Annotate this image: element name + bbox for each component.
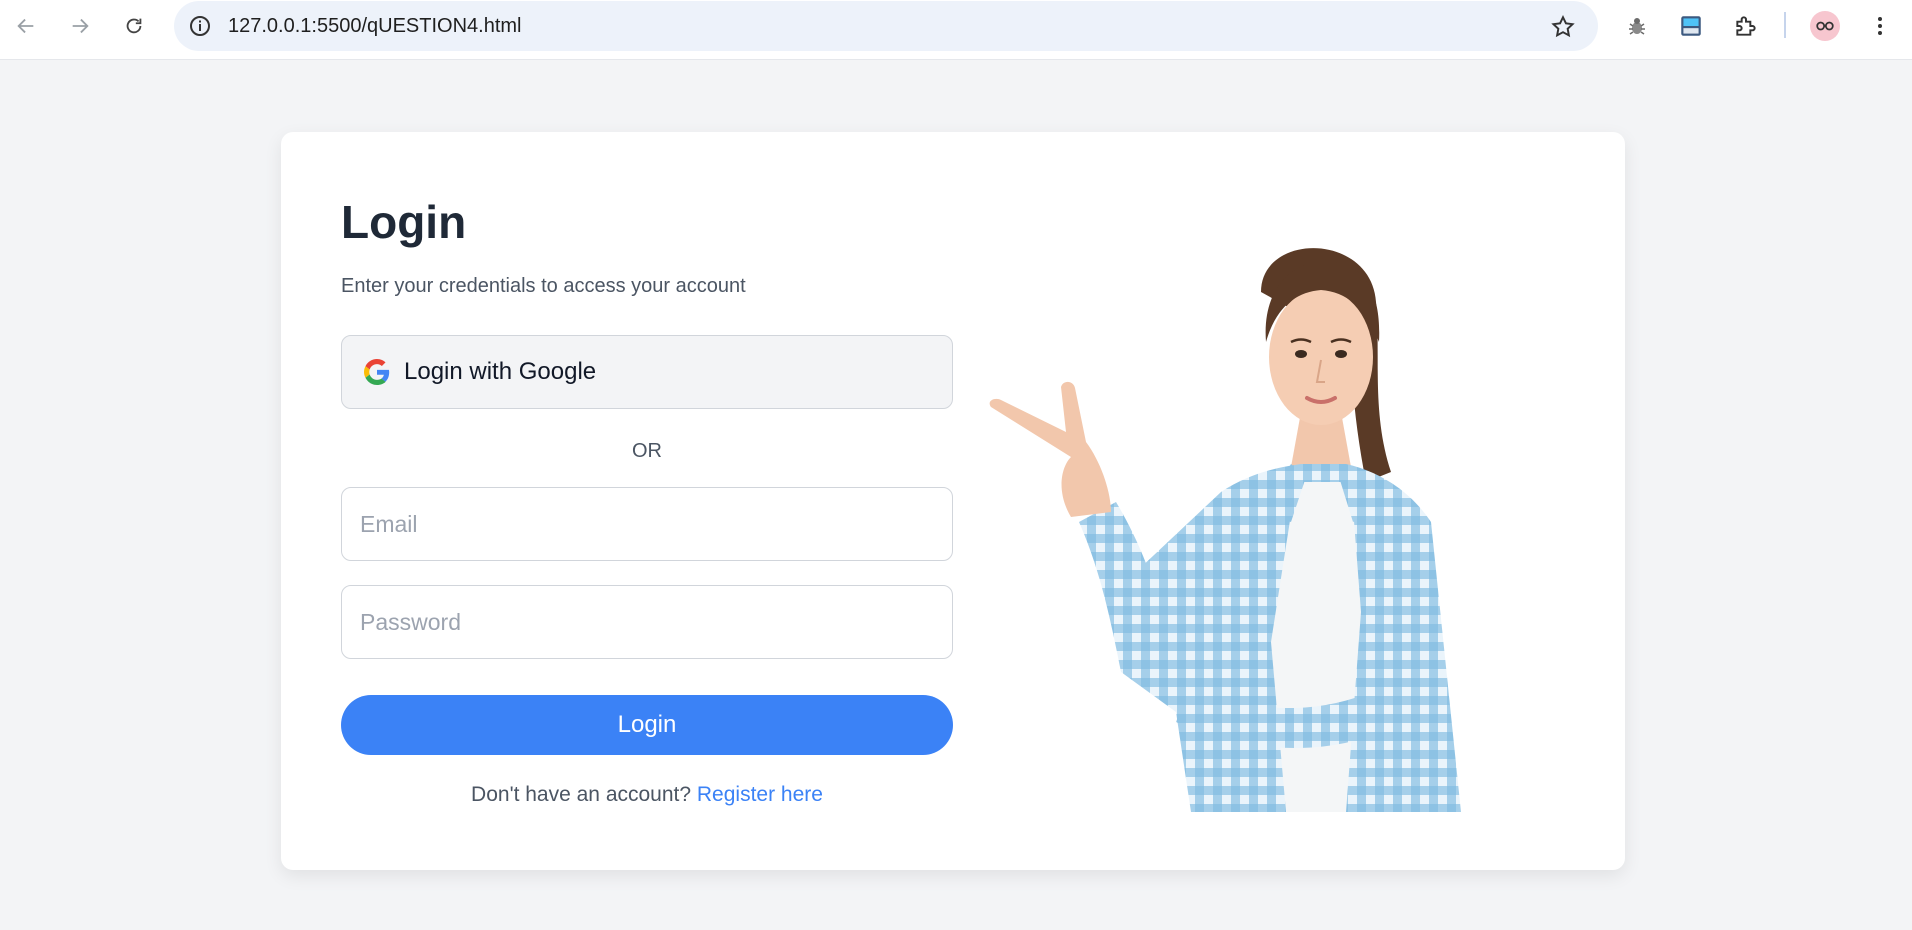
forward-button[interactable]	[64, 10, 96, 42]
register-prompt: Don't have an account?	[471, 783, 692, 806]
reload-button[interactable]	[118, 10, 150, 42]
register-line: Don't have an account? Register here	[341, 783, 953, 807]
arrow-left-icon	[17, 18, 34, 34]
address-bar[interactable]: 127.0.0.1:5500/qUESTION4.html	[174, 1, 1598, 51]
translate-extension-icon[interactable]	[1677, 12, 1705, 40]
password-field[interactable]	[341, 585, 953, 659]
site-info-icon[interactable]	[188, 14, 212, 38]
login-card: Login Enter your credentials to access y…	[281, 132, 1625, 870]
profile-avatar[interactable]	[1810, 11, 1840, 41]
register-link[interactable]: Register here	[697, 783, 823, 806]
bookmark-star-icon[interactable]	[1550, 14, 1576, 40]
url-text[interactable]: 127.0.0.1:5500/qUESTION4.html	[228, 15, 522, 38]
google-login-button[interactable]: Login with Google	[341, 335, 953, 409]
page-subtitle: Enter your credentials to access your ac…	[341, 275, 746, 297]
google-icon	[364, 359, 390, 385]
browser-toolbar: 127.0.0.1:5500/qUESTION4.html	[0, 0, 1912, 60]
toolbar-separator	[1784, 12, 1786, 38]
back-button[interactable]	[10, 10, 42, 42]
woman-pointing-illustration	[961, 192, 1571, 812]
reload-icon	[126, 18, 142, 34]
menu-kebab-icon[interactable]	[1866, 12, 1894, 40]
email-field[interactable]	[341, 487, 953, 561]
bug-extension-icon[interactable]	[1623, 12, 1651, 40]
page-title: Login	[341, 196, 467, 248]
google-login-label: Login with Google	[404, 358, 597, 385]
login-form: Login Enter your credentials to access y…	[341, 192, 953, 807]
login-button[interactable]: Login	[341, 695, 953, 755]
arrow-right-icon	[72, 18, 89, 34]
or-divider: OR	[632, 440, 662, 462]
extensions-puzzle-icon[interactable]	[1732, 12, 1760, 40]
